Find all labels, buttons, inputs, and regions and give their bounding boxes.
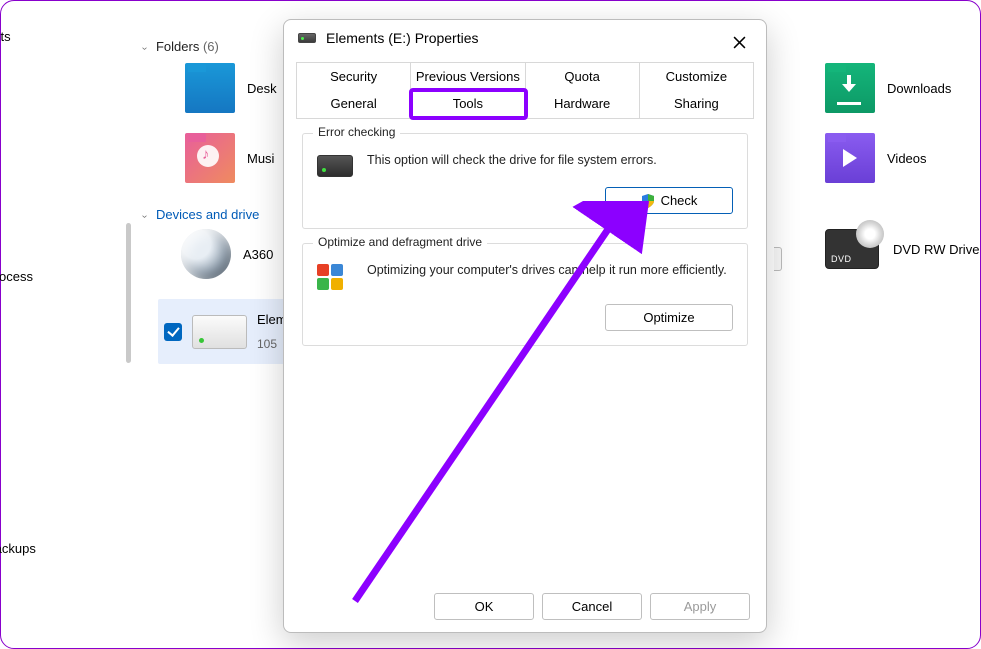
optimize-group: Optimize and defragment drive Optimizing… (302, 243, 748, 346)
folder-downloads[interactable]: Downloads (825, 63, 951, 113)
close-icon (733, 36, 746, 49)
folder-label: Downloads (887, 81, 951, 96)
defragment-icon (317, 264, 353, 294)
devices-label: Devices and drive (156, 207, 259, 222)
tab-customize[interactable]: Customize (640, 62, 754, 90)
folder-icon (825, 63, 875, 113)
properties-dialog: Elements (E:) Properties Security Previo… (283, 19, 767, 633)
optimize-text: Optimizing your computer's drives can he… (367, 262, 733, 279)
error-checking-group: Error checking This option will check th… (302, 133, 748, 229)
dvd-drive-icon: DVD (825, 229, 879, 269)
chevron-down-icon: › (139, 215, 150, 218)
tab-previous-versions[interactable]: Previous Versions (411, 62, 525, 90)
music-note-icon (197, 145, 219, 167)
drive-label: A360 (243, 247, 273, 262)
disc-icon (856, 220, 884, 248)
folder-videos[interactable]: Videos (825, 133, 927, 183)
folders-count: (6) (203, 39, 219, 54)
a360-icon (181, 229, 231, 279)
sidebar-item-fragment: Backups (0, 541, 36, 556)
drive-dvd[interactable]: DVD DVD RW Drive (825, 229, 979, 269)
tab-security[interactable]: Security (296, 62, 411, 90)
dialog-titlebar[interactable]: Elements (E:) Properties (284, 20, 766, 52)
devices-section-header[interactable]: › Devices and drive (143, 207, 259, 222)
folder-icon (825, 133, 875, 183)
tab-quota[interactable]: Quota (526, 62, 640, 90)
sidebar-item-fragment: ents (0, 29, 11, 44)
cancel-button[interactable]: Cancel (542, 593, 642, 620)
folder-label: Musi (247, 151, 274, 166)
play-icon (843, 149, 857, 167)
drive-label: DVD RW Drive (893, 242, 979, 257)
folder-icon (185, 133, 235, 183)
download-arrow-icon (840, 75, 858, 93)
ok-button[interactable]: OK (434, 593, 534, 620)
drive-icon (317, 155, 353, 177)
folder-music[interactable]: Musi (185, 133, 274, 183)
tab-hardware[interactable]: Hardware (526, 90, 640, 118)
close-button[interactable] (722, 28, 756, 56)
checkbox-checked-icon[interactable] (164, 323, 182, 341)
optimize-button-label: Optimize (643, 310, 694, 325)
scrollbar[interactable] (126, 223, 131, 363)
chevron-down-icon: › (139, 47, 150, 50)
resize-handle[interactable] (774, 247, 782, 271)
drive-icon (192, 315, 247, 349)
drive-a360[interactable]: A360 (181, 229, 273, 279)
apply-button: Apply (650, 593, 750, 620)
optimize-button[interactable]: Optimize (605, 304, 733, 331)
folder-desktop[interactable]: Desk (185, 63, 277, 113)
shield-icon (641, 194, 655, 208)
folder-label: Videos (887, 151, 927, 166)
check-button[interactable]: Check (605, 187, 733, 214)
folders-section-header[interactable]: › Folders (6) (143, 39, 219, 54)
dialog-title: Elements (E:) Properties (326, 30, 479, 46)
tab-tools[interactable]: Tools (411, 90, 525, 118)
drive-icon (298, 33, 316, 43)
sidebar-item-fragment: Process (0, 269, 33, 284)
tab-general[interactable]: General (296, 90, 411, 118)
group-legend: Optimize and defragment drive (313, 235, 487, 249)
check-button-label: Check (661, 193, 698, 208)
folder-icon (185, 63, 235, 113)
dialog-footer: OK Cancel Apply (284, 593, 766, 620)
group-legend: Error checking (313, 125, 400, 139)
folder-label: Desk (247, 81, 277, 96)
error-checking-text: This option will check the drive for fil… (367, 152, 733, 169)
folders-label: Folders (156, 39, 199, 54)
tab-strip: Security Previous Versions Quota Customi… (296, 62, 754, 119)
tab-sharing[interactable]: Sharing (640, 90, 754, 118)
